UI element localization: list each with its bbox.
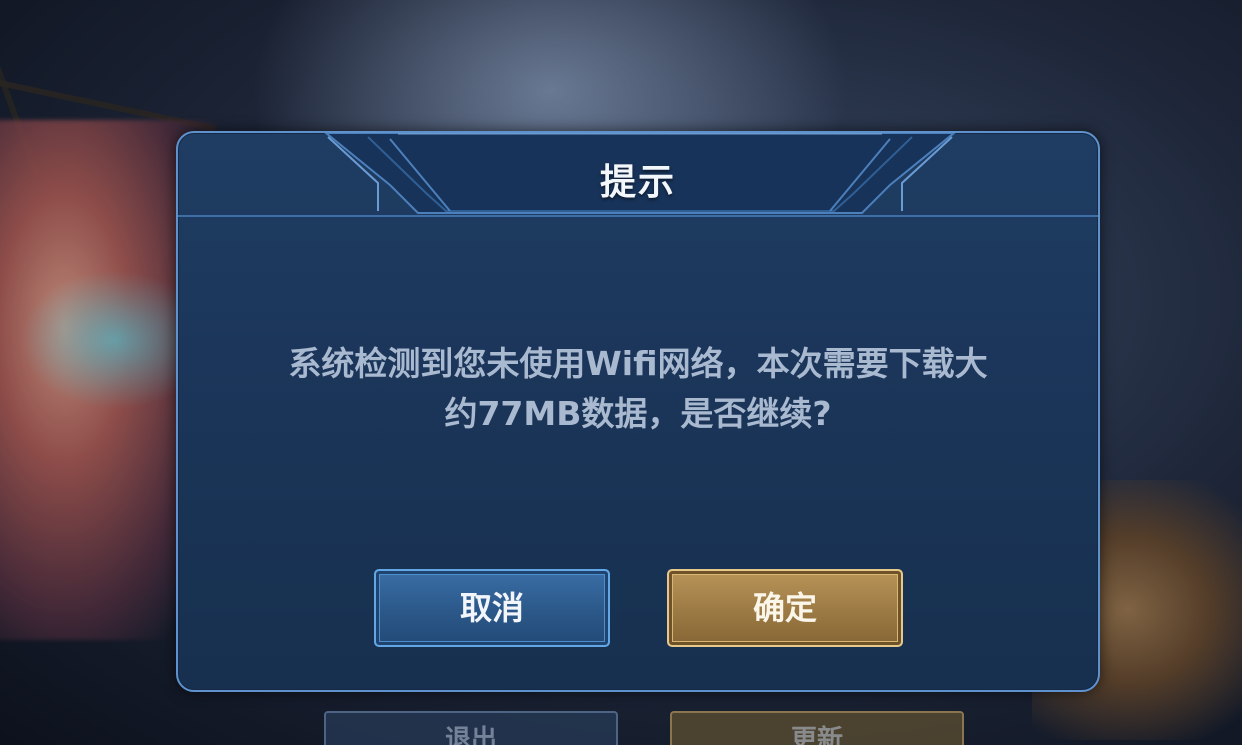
confirm-button[interactable]: 确定 bbox=[667, 569, 903, 647]
dialog-message-line-2: 约77MB数据，是否继续? bbox=[444, 394, 832, 433]
cancel-button[interactable]: 取消 bbox=[374, 569, 610, 647]
header-divider bbox=[178, 215, 1098, 217]
background-exit-label: 退出 bbox=[444, 725, 497, 745]
network-warning-dialog: 提示 系统检测到您未使用Wifi网络，本次需要下载大 约77MB数据，是否继续?… bbox=[176, 131, 1100, 692]
background-update-label: 更新 bbox=[790, 725, 843, 745]
dialog-message-line-1: 系统检测到您未使用Wifi网络，本次需要下载大 bbox=[288, 344, 988, 383]
dialog-message: 系统检测到您未使用Wifi网络，本次需要下载大 约77MB数据，是否继续? bbox=[248, 339, 1028, 439]
background-exit-button: 退出 bbox=[324, 711, 618, 745]
dialog-title: 提示 bbox=[599, 162, 676, 203]
background-update-button: 更新 bbox=[670, 711, 964, 745]
